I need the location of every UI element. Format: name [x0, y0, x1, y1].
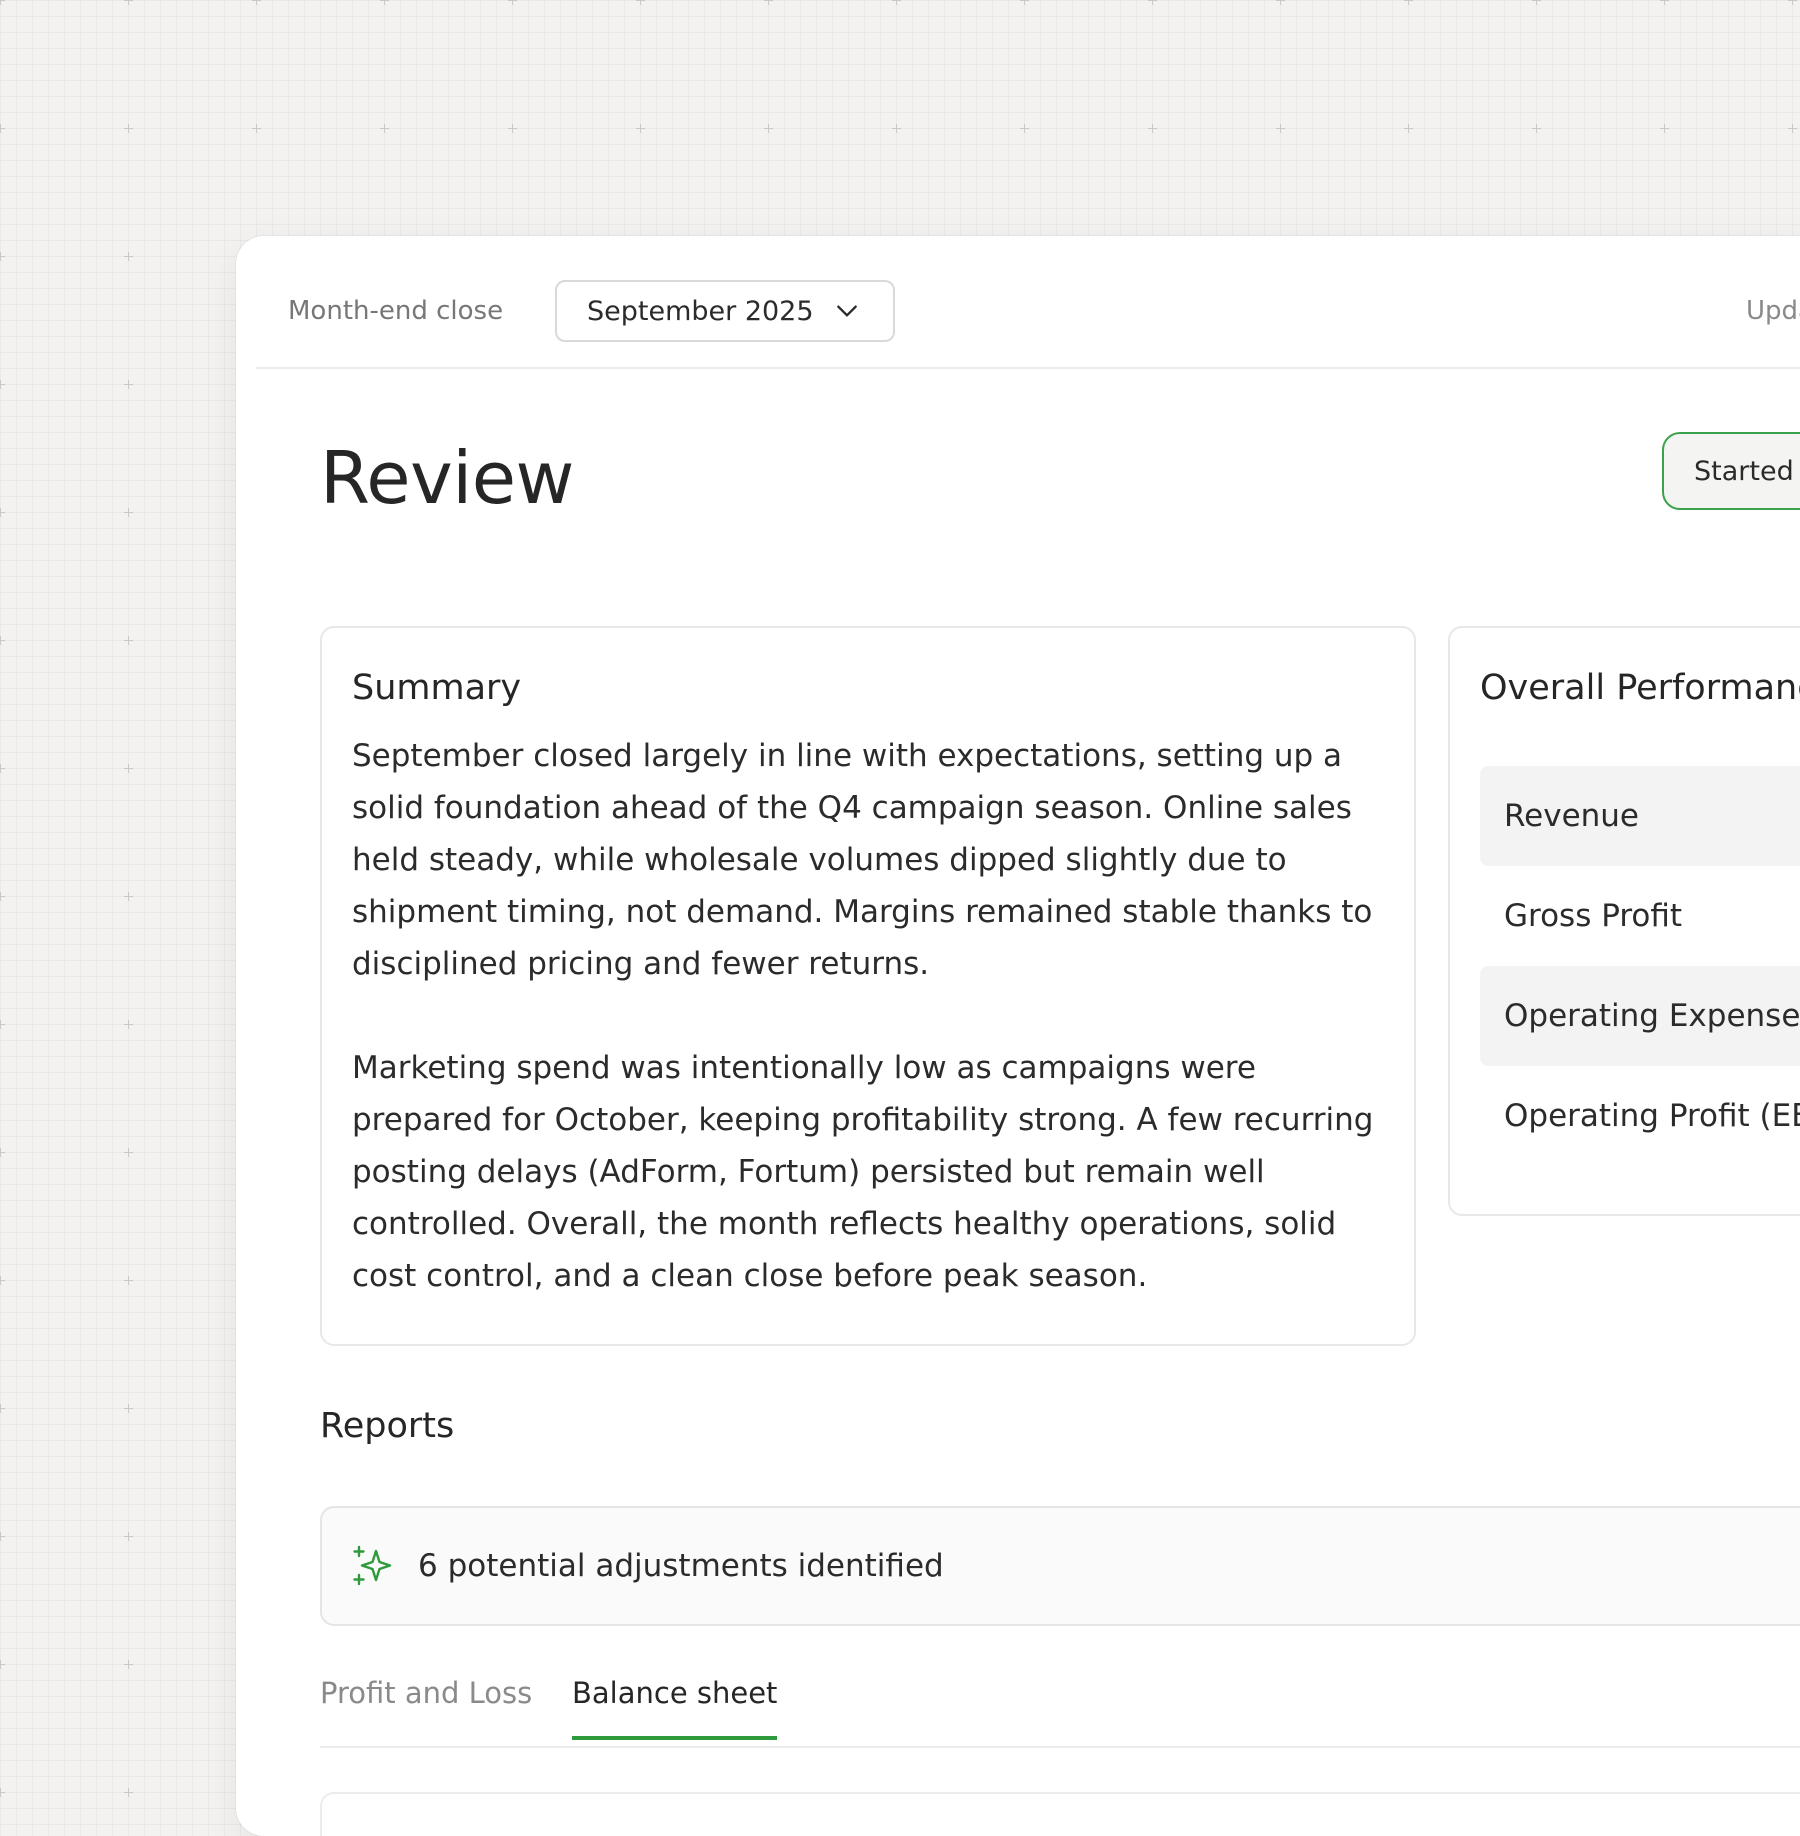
status-badge[interactable]: Started	[1662, 432, 1800, 510]
month-end-close-label: Month-end close	[288, 296, 504, 326]
grid-plus-mark	[124, 1148, 133, 1157]
page-title: Review	[320, 436, 574, 520]
grid-plus-mark	[764, 0, 773, 5]
grid-plus-mark	[508, 0, 517, 5]
grid-plus-mark	[380, 0, 389, 5]
grid-plus-mark	[0, 380, 5, 389]
performance-row-label: Revenue	[1504, 798, 1640, 834]
grid-plus-mark	[892, 124, 901, 133]
grid-plus-mark	[124, 1404, 133, 1413]
grid-plus-mark	[124, 252, 133, 261]
grid-plus-mark	[1660, 0, 1669, 5]
grid-plus-mark	[1148, 124, 1157, 133]
adjustments-text: 6 potential adjustments identified	[418, 1548, 944, 1584]
tab-balance-sheet[interactable]: Balance sheet	[572, 1676, 778, 1740]
grid-plus-mark	[124, 892, 133, 901]
adjustments-banner[interactable]: 6 potential adjustments identified	[320, 1506, 1800, 1626]
grid-plus-mark	[636, 124, 645, 133]
reports-title: Reports	[320, 1406, 455, 1446]
grid-plus-mark	[124, 1020, 133, 1029]
grid-plus-mark	[0, 1020, 5, 1029]
grid-plus-mark	[124, 636, 133, 645]
top-bar: Month-end close September 2025 Upda	[256, 236, 1800, 369]
grid-plus-mark	[0, 636, 5, 645]
grid-plus-mark	[0, 892, 5, 901]
grid-plus-mark	[508, 124, 517, 133]
grid-plus-mark	[124, 508, 133, 517]
app-window: Month-end close September 2025 Upda Revi…	[236, 236, 1800, 1836]
grid-plus-mark	[124, 1660, 133, 1669]
grid-plus-mark	[0, 1276, 5, 1285]
grid-plus-mark	[636, 0, 645, 5]
performance-row-label: Gross Profit	[1504, 898, 1683, 934]
grid-plus-mark	[0, 508, 5, 517]
grid-plus-mark	[1788, 0, 1797, 5]
chevron-down-icon	[836, 305, 857, 317]
performance-row-label: Operating Profit (EB	[1504, 1098, 1800, 1134]
grid-plus-mark	[1404, 124, 1413, 133]
grid-plus-mark	[124, 0, 133, 5]
performance-row-revenue[interactable]: Revenue	[1480, 766, 1800, 866]
grid-plus-mark	[1788, 124, 1797, 133]
grid-plus-mark	[1660, 124, 1669, 133]
performance-row-gross-profit[interactable]: Gross Profit	[1480, 866, 1800, 966]
performance-list: Revenue Gross Profit Operating Expenses …	[1480, 766, 1800, 1166]
summary-card: Summary September closed largely in line…	[320, 626, 1416, 1346]
grid-plus-mark	[0, 1660, 5, 1669]
grid-plus-mark	[1532, 124, 1541, 133]
overall-performance-title: Overall Performanc	[1480, 668, 1800, 708]
grid-plus-mark	[764, 124, 773, 133]
overall-performance-card: Overall Performanc Revenue Gross Profit …	[1448, 626, 1800, 1216]
grid-plus-mark	[892, 0, 901, 5]
grid-plus-mark	[1020, 124, 1029, 133]
grid-plus-mark	[0, 124, 5, 133]
summary-paragraph: September closed largely in line with ex…	[352, 738, 1373, 982]
grid-plus-mark	[0, 1788, 5, 1797]
grid-plus-mark	[380, 124, 389, 133]
grid-plus-mark	[1020, 0, 1029, 5]
report-table-container	[320, 1792, 1800, 1836]
grid-plus-mark	[124, 764, 133, 773]
grid-plus-mark	[252, 124, 261, 133]
tab-profit-and-loss[interactable]: Profit and Loss	[320, 1676, 532, 1736]
performance-row-operating-expenses[interactable]: Operating Expenses	[1480, 966, 1800, 1066]
grid-plus-mark	[1276, 124, 1285, 133]
grid-plus-mark	[1276, 0, 1285, 5]
status-badge-label: Started	[1694, 455, 1794, 487]
grid-plus-mark	[124, 380, 133, 389]
grid-plus-mark	[0, 1148, 5, 1157]
grid-plus-mark	[1148, 0, 1157, 5]
grid-plus-mark	[124, 124, 133, 133]
summary-title: Summary	[352, 668, 522, 708]
grid-plus-mark	[1404, 0, 1413, 5]
period-select[interactable]: September 2025	[555, 280, 895, 342]
performance-row-operating-profit[interactable]: Operating Profit (EB	[1480, 1066, 1800, 1166]
report-tabs: Profit and Loss Balance sheet	[320, 1666, 1800, 1748]
grid-plus-mark	[0, 0, 5, 5]
grid-plus-mark	[0, 764, 5, 773]
grid-plus-mark	[124, 1276, 133, 1285]
sparkle-icon	[353, 1545, 392, 1586]
grid-plus-mark	[124, 1788, 133, 1797]
grid-plus-mark	[1532, 0, 1541, 5]
grid-plus-mark	[252, 0, 261, 5]
period-select-value: September 2025	[587, 295, 814, 327]
updated-label: Upda	[1746, 296, 1800, 326]
grid-plus-mark	[0, 252, 5, 261]
summary-paragraph: Marketing spend was intentionally low as…	[352, 1050, 1374, 1294]
performance-row-label: Operating Expenses	[1504, 998, 1800, 1034]
grid-plus-mark	[0, 1404, 5, 1413]
grid-plus-mark	[124, 1532, 133, 1541]
grid-plus-mark	[0, 1532, 5, 1541]
